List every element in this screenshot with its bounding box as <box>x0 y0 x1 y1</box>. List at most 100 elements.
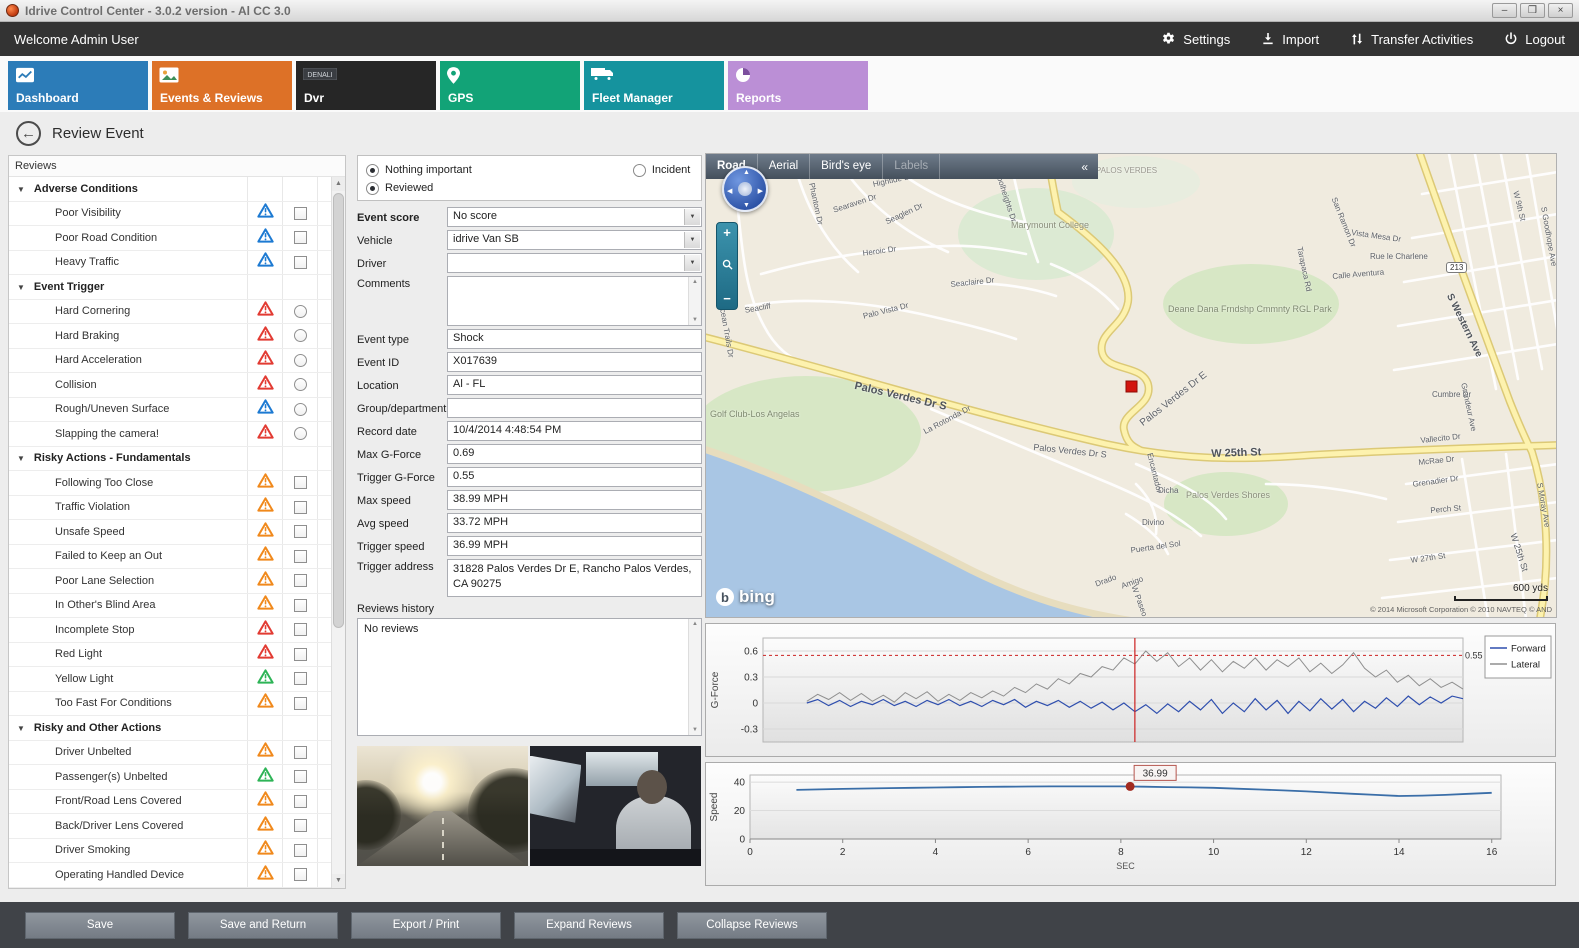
review-checkbox[interactable] <box>294 525 307 538</box>
review-radio[interactable] <box>294 427 307 440</box>
close-button[interactable]: × <box>1548 3 1573 18</box>
review-item-row[interactable]: Hard Braking <box>9 324 331 349</box>
driver-select[interactable]: ▼ <box>447 253 702 273</box>
review-item-row[interactable]: Rough/Uneven Surface <box>9 398 331 423</box>
tab-gps[interactable]: GPS <box>440 61 580 110</box>
maximize-button[interactable]: ❒ <box>1520 3 1545 18</box>
bing-map[interactable]: EAST RANCHO PALOS VERDESMarymount Colleg… <box>705 153 1557 618</box>
review-checkbox[interactable] <box>294 501 307 514</box>
review-checkbox[interactable] <box>294 672 307 685</box>
review-radio[interactable] <box>294 329 307 342</box>
review-item-row[interactable]: Unsafe Speed <box>9 520 331 545</box>
review-item-row[interactable]: Poor Lane Selection <box>9 569 331 594</box>
radio-reviewed[interactable]: Reviewed <box>366 182 433 195</box>
review-group-row[interactable]: ▼Risky and Other Actions <box>9 716 331 741</box>
tab-dvr[interactable]: DENALI Dvr <box>296 61 436 110</box>
review-group-row[interactable]: ▼Event Trigger <box>9 275 331 300</box>
video-thumbnail-cabin[interactable] <box>530 746 701 866</box>
review-group-row[interactable]: ▼Adverse Conditions <box>9 177 331 202</box>
review-item-row[interactable]: Incomplete Stop <box>9 618 331 643</box>
review-item-row[interactable]: Yellow Light <box>9 667 331 692</box>
review-checkbox[interactable] <box>294 746 307 759</box>
review-item-row[interactable]: Passenger(s) Unbelted <box>9 765 331 790</box>
review-item-row[interactable]: Front/Road Lens Covered <box>9 790 331 815</box>
back-button[interactable]: ← <box>16 121 41 146</box>
expander-icon[interactable]: ▼ <box>17 724 25 733</box>
review-checkbox[interactable] <box>294 648 307 661</box>
comments-input[interactable]: ▲▼ <box>447 276 702 326</box>
scrollbar-thumb[interactable] <box>333 193 344 628</box>
radio-nothing-important[interactable]: Nothing important <box>366 164 472 177</box>
tab-fleet-manager[interactable]: Fleet Manager <box>584 61 724 110</box>
review-checkbox[interactable] <box>294 231 307 244</box>
review-item-row[interactable]: Operating Handled Device <box>9 863 331 888</box>
review-item-row[interactable]: Poor Visibility <box>9 202 331 227</box>
pan-up-icon[interactable]: ▲ <box>743 169 750 176</box>
review-radio[interactable] <box>294 305 307 318</box>
review-checkbox[interactable] <box>294 623 307 636</box>
map-mode-aerial[interactable]: Aerial <box>758 154 810 179</box>
map-collapse-button[interactable]: « <box>1071 160 1098 174</box>
collapse-reviews-button[interactable]: Collapse Reviews <box>677 912 827 939</box>
review-item-row[interactable]: Traffic Violation <box>9 496 331 521</box>
review-checkbox[interactable] <box>294 574 307 587</box>
expand-reviews-button[interactable]: Expand Reviews <box>514 912 664 939</box>
tab-reports[interactable]: Reports <box>728 61 868 110</box>
event-score-select[interactable]: No score▼ <box>447 207 702 227</box>
review-item-row[interactable]: Heavy Traffic <box>9 251 331 276</box>
expander-icon[interactable]: ▼ <box>17 185 25 194</box>
review-item-row[interactable]: In Other's Blind Area <box>9 594 331 619</box>
settings-button[interactable]: Settings <box>1160 31 1230 48</box>
review-checkbox[interactable] <box>294 599 307 612</box>
radio-icon[interactable] <box>366 182 379 195</box>
review-item-row[interactable]: Collision <box>9 373 331 398</box>
review-checkbox[interactable] <box>294 476 307 489</box>
radio-incident[interactable]: Incident <box>633 164 691 177</box>
review-radio[interactable] <box>294 354 307 367</box>
review-item-row[interactable]: Following Too Close <box>9 471 331 496</box>
review-item-row[interactable]: Driver Smoking <box>9 839 331 864</box>
expander-icon[interactable]: ▼ <box>17 283 25 292</box>
map-mode-labels[interactable]: Labels <box>883 154 940 179</box>
scroll-down-icon[interactable]: ▼ <box>332 874 345 888</box>
review-checkbox[interactable] <box>294 819 307 832</box>
expander-icon[interactable]: ▼ <box>17 454 25 463</box>
review-radio[interactable] <box>294 403 307 416</box>
review-item-row[interactable]: Failed to Keep an Out <box>9 545 331 570</box>
radio-icon[interactable] <box>633 164 646 177</box>
review-checkbox[interactable] <box>294 256 307 269</box>
review-checkbox[interactable] <box>294 770 307 783</box>
reviews-scrollbar[interactable]: ▲ ▼ <box>331 177 345 888</box>
reviews-history-scrollbar[interactable]: ▲▼ <box>688 619 701 735</box>
save-button[interactable]: Save <box>25 912 175 939</box>
review-item-row[interactable]: Poor Road Condition <box>9 226 331 251</box>
comments-scrollbar[interactable]: ▲▼ <box>688 277 701 325</box>
pan-left-icon[interactable]: ◀ <box>727 187 732 195</box>
minimize-button[interactable]: – <box>1492 3 1517 18</box>
transfer-activities-button[interactable]: Transfer Activities <box>1349 31 1473 47</box>
review-item-row[interactable] <box>9 888 331 889</box>
map-compass-control[interactable]: ▲ ▼ ◀ ▶ <box>722 166 768 212</box>
review-checkbox[interactable] <box>294 207 307 220</box>
review-group-row[interactable]: ▼Risky Actions - Fundamentals <box>9 447 331 472</box>
review-item-row[interactable]: Driver Unbelted <box>9 741 331 766</box>
review-item-row[interactable]: Slapping the camera! <box>9 422 331 447</box>
zoom-out-button[interactable]: − <box>723 293 731 305</box>
review-item-row[interactable]: Too Fast For Conditions <box>9 692 331 717</box>
vehicle-select[interactable]: idrive Van SB▼ <box>447 230 702 250</box>
pan-down-icon[interactable]: ▼ <box>743 202 750 209</box>
import-button[interactable]: Import <box>1260 31 1319 47</box>
review-checkbox[interactable] <box>294 844 307 857</box>
review-item-row[interactable]: Hard Cornering <box>9 300 331 325</box>
review-radio[interactable] <box>294 378 307 391</box>
save-and-return-button[interactable]: Save and Return <box>188 912 338 939</box>
zoom-in-button[interactable]: + <box>723 227 731 239</box>
radio-icon[interactable] <box>366 164 379 177</box>
map-mode-birds-eye[interactable]: Bird's eye <box>810 154 883 179</box>
review-item-row[interactable]: Back/Driver Lens Covered <box>9 814 331 839</box>
tab-dashboard[interactable]: Dashboard <box>8 61 148 110</box>
review-checkbox[interactable] <box>294 795 307 808</box>
review-checkbox[interactable] <box>294 697 307 710</box>
review-checkbox[interactable] <box>294 868 307 881</box>
review-item-row[interactable]: Red Light <box>9 643 331 668</box>
